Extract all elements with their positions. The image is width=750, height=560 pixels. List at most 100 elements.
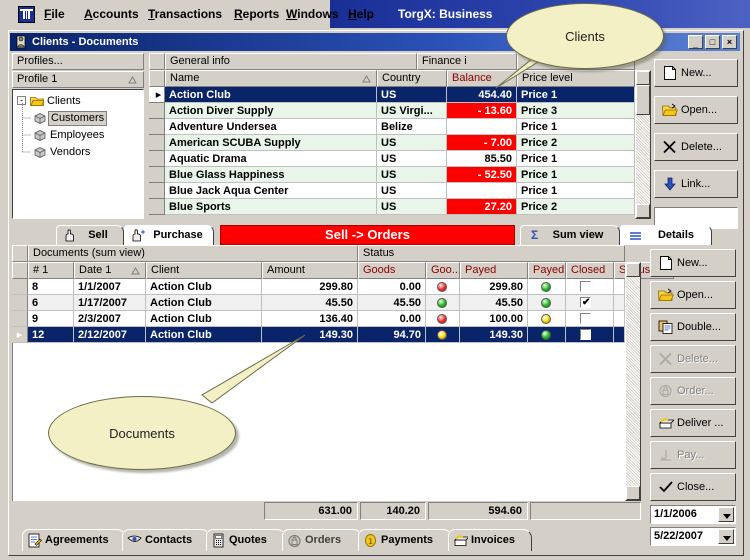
date-from-dropdown-button[interactable] xyxy=(718,507,734,522)
document-cell-goods[interactable]: 0.00 xyxy=(358,279,426,295)
document-cell-num[interactable]: 8 xyxy=(28,279,74,295)
clients-col-country[interactable]: Country xyxy=(377,70,447,87)
maximize-button[interactable]: □ xyxy=(705,35,720,49)
menu-item-accounts[interactable]: Accounts xyxy=(84,6,139,22)
document-cell-payed-light[interactable] xyxy=(528,311,566,327)
document-cell-payed[interactable]: 149.30 xyxy=(460,327,528,343)
clients-col-balance[interactable]: Balance xyxy=(447,70,517,87)
profiles-header[interactable]: Profiles... xyxy=(12,53,144,70)
document-cell-client[interactable]: Action Club xyxy=(146,327,262,343)
clients-link-button[interactable]: Link... xyxy=(654,170,738,198)
menu-item-transactions[interactable]: Transactions xyxy=(148,6,222,22)
document-cell-goods[interactable]: 45.50 xyxy=(358,295,426,311)
clients-grid[interactable]: General info Finance i Name Country Bala… xyxy=(149,53,651,219)
client-cell-balance[interactable]: - 7.00 xyxy=(447,135,517,151)
document-row[interactable]: 8 1/1/2007 Action Club 299.80 0.00 299.80 xyxy=(12,279,625,295)
documents-deliver-button[interactable]: Deliver ... xyxy=(650,409,736,437)
document-cell-closed[interactable]: ✔ xyxy=(566,295,614,311)
client-row-indicator[interactable] xyxy=(149,183,165,199)
clients-col-price-level[interactable]: Price level xyxy=(517,70,635,87)
client-cell-price[interactable]: Price 1 xyxy=(517,119,635,135)
documents-col-payed[interactable]: Payed xyxy=(460,262,528,279)
client-cell-country[interactable]: US xyxy=(377,151,447,167)
document-row-indicator[interactable] xyxy=(12,295,28,311)
client-cell-name[interactable]: Aquatic Drama xyxy=(165,151,377,167)
document-cell-closed[interactable] xyxy=(566,279,614,295)
sort-ascending-icon[interactable] xyxy=(362,75,371,83)
client-row[interactable]: Blue Glass Happiness US - 52.50 Price 1 xyxy=(149,167,651,183)
document-cell-status[interactable] xyxy=(614,279,625,295)
tab-sell[interactable]: Sell xyxy=(56,225,124,245)
client-row-indicator[interactable]: ▸ xyxy=(149,87,165,103)
bottom-tab-payments[interactable]: 1 Payments xyxy=(358,529,452,551)
tab-purchase[interactable]: Purchase xyxy=(124,225,214,245)
client-cell-price[interactable]: Price 1 xyxy=(517,87,635,103)
document-cell-client[interactable]: Action Club xyxy=(146,311,262,327)
client-cell-name[interactable]: Blue Jack Aqua Center xyxy=(165,183,377,199)
documents-grid[interactable]: Documents (sum view) Status # 1 Date 1 C… xyxy=(12,245,674,521)
client-cell-balance[interactable] xyxy=(447,119,517,135)
document-cell-amount[interactable]: 45.50 xyxy=(262,295,358,311)
client-cell-name[interactable]: Blue Glass Happiness xyxy=(165,167,377,183)
profiles-tree[interactable]: - Clients Customers Employees Vendors xyxy=(12,89,144,219)
client-row[interactable]: American SCUBA Supply US - 7.00 Price 2 xyxy=(149,135,651,151)
date-to-combo[interactable]: 5/22/2007 xyxy=(650,527,736,546)
documents-col-goods-light[interactable]: Goo... xyxy=(426,262,460,279)
bottom-tab-agreements[interactable]: Agreements xyxy=(22,529,126,551)
documents-banner[interactable]: Sell -> Orders xyxy=(220,225,515,245)
documents-col-date[interactable]: Date 1 xyxy=(74,262,146,279)
client-row[interactable]: Aquatic Drama US 85.50 Price 1 xyxy=(149,151,651,167)
client-row-indicator[interactable] xyxy=(149,151,165,167)
documents-scrollbar[interactable] xyxy=(625,262,641,501)
documents-group-sumview[interactable]: Documents (sum view) xyxy=(28,245,358,262)
client-cell-country[interactable]: US xyxy=(377,183,447,199)
document-cell-date[interactable]: 2/3/2007 xyxy=(74,311,146,327)
bottom-tab-invoices[interactable]: Invoices xyxy=(448,529,532,551)
clients-scroll-thumb[interactable] xyxy=(636,85,650,115)
profile-column-header[interactable]: Profile 1 xyxy=(12,71,144,88)
client-cell-country[interactable]: US xyxy=(377,135,447,151)
closed-checkbox[interactable]: ✔ xyxy=(580,297,591,308)
documents-pay-button[interactable]: Pay... xyxy=(650,441,736,469)
client-row-indicator[interactable] xyxy=(149,119,165,135)
document-cell-date[interactable]: 2/12/2007 xyxy=(74,327,146,343)
tree-expander-clients[interactable]: - xyxy=(17,96,26,105)
clients-col-name[interactable]: Name xyxy=(165,70,377,87)
clients-scrollbar[interactable] xyxy=(635,70,651,219)
document-cell-closed[interactable] xyxy=(566,311,614,327)
client-cell-name[interactable]: Action Club xyxy=(165,87,377,103)
documents-scroll-up-button[interactable] xyxy=(626,263,640,277)
closed-checkbox[interactable] xyxy=(580,313,591,324)
menu-item-reports[interactable]: Reports xyxy=(234,6,279,22)
closed-checkbox[interactable] xyxy=(580,329,591,340)
document-cell-status[interactable] xyxy=(614,311,625,327)
documents-col-goods[interactable]: Goods xyxy=(358,262,426,279)
document-cell-payed-light[interactable] xyxy=(528,327,566,343)
client-row[interactable]: ▸ Action Club US 454.40 Price 1 xyxy=(149,87,651,103)
document-cell-closed[interactable] xyxy=(566,327,614,343)
document-cell-status[interactable] xyxy=(614,295,625,311)
menu-item-windows[interactable]: Windows xyxy=(286,6,339,22)
documents-col-payed-light[interactable]: Payed xyxy=(528,262,566,279)
client-cell-balance[interactable]: 85.50 xyxy=(447,151,517,167)
clients-group-general-info[interactable]: General info xyxy=(165,53,417,70)
document-row-indicator[interactable] xyxy=(12,279,28,295)
document-cell-goods[interactable]: 94.70 xyxy=(358,327,426,343)
document-cell-num[interactable]: 9 xyxy=(28,311,74,327)
documents-col-closed[interactable]: Closed xyxy=(566,262,614,279)
client-cell-price[interactable]: Price 1 xyxy=(517,167,635,183)
client-cell-country[interactable]: US xyxy=(377,199,447,215)
documents-scroll-track[interactable] xyxy=(626,277,640,486)
documents-order-button[interactable]: Order... xyxy=(650,377,736,405)
bottom-tab-orders[interactable]: Orders xyxy=(282,529,362,551)
clients-group-finance[interactable]: Finance i xyxy=(417,53,517,70)
client-row-indicator[interactable] xyxy=(149,103,165,119)
minimize-button[interactable]: _ xyxy=(688,35,703,49)
documents-delete-button[interactable]: Delete... xyxy=(650,345,736,373)
document-cell-client[interactable]: Action Club xyxy=(146,279,262,295)
client-cell-country[interactable]: US Virgi... xyxy=(377,103,447,119)
client-cell-name[interactable]: Blue Sports xyxy=(165,199,377,215)
document-cell-date[interactable]: 1/17/2007 xyxy=(74,295,146,311)
client-cell-price[interactable]: Price 2 xyxy=(517,135,635,151)
client-cell-name[interactable]: Adventure Undersea xyxy=(165,119,377,135)
